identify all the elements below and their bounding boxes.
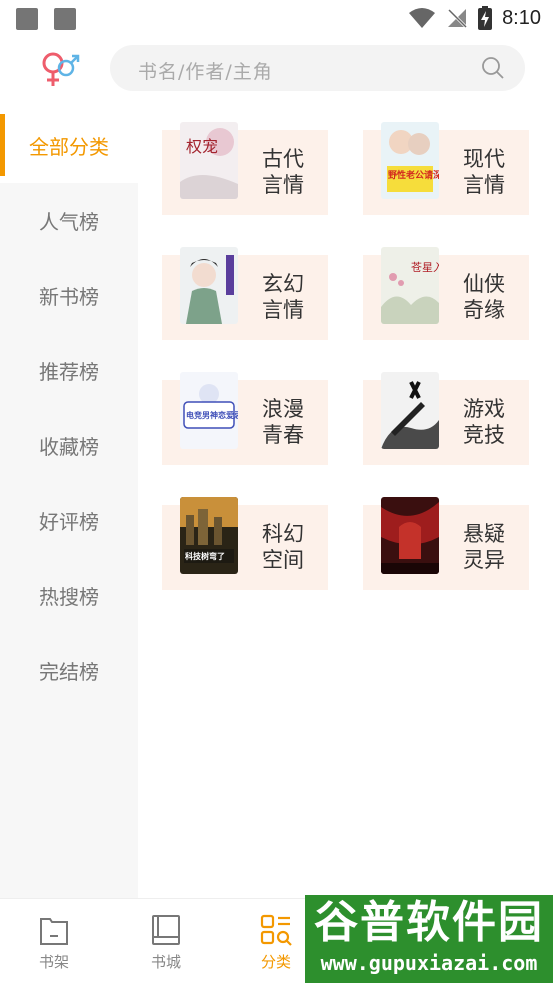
sidebar-item-completed[interactable]: 完结榜 [0,633,138,708]
category-ancient-romance[interactable]: 权宠 古代 言情 [162,122,328,215]
nav-bookshelf[interactable]: 书架 [24,911,84,973]
cover-title: 电竞男神恋爱忌 [186,410,238,420]
category-label: 古代 言情 [262,147,304,197]
book-cover: 科技树弯了 [180,497,238,574]
category-grid-icon [260,914,292,946]
sidebar-item-label: 好评榜 [39,510,99,534]
category-fantasy-romance[interactable]: 玄幻 言情 [162,247,328,340]
category-suspense[interactable]: 悬疑 灵异 [363,497,529,590]
cover-title: 野性老公请深爱! [388,169,439,181]
status-bar: 8:10 [0,0,553,36]
nav-label: 分类 [260,953,291,971]
sidebar-item-favorites[interactable]: 收藏榜 [0,408,138,483]
watermark: 谷普软件园 www.gupuxiazai.com [305,895,553,983]
sidebar-item-trending-search[interactable]: 热搜榜 [0,558,138,633]
book-cover: 野性老公请深爱! [381,122,439,199]
category-label: 悬疑 灵异 [463,522,505,572]
search-icon[interactable] [481,56,505,80]
sidebar-item-top-rated[interactable]: 好评榜 [0,483,138,558]
category-romantic-youth[interactable]: 电竞男神恋爱忌 浪漫 青春 [162,372,328,465]
sidebar: 全部分类 人气榜 新书榜 推荐榜 收藏榜 好评榜 热搜榜 完结榜 [0,108,138,898]
cover-title: 苍星入尧 [411,261,439,274]
sidebar-item-all-categories[interactable]: 全部分类 [0,108,138,183]
no-signal-icon [448,8,468,29]
header: 书名/作者/主角 [0,40,553,98]
book-cover [381,497,439,574]
category-label: 玄幻 言情 [262,272,304,322]
sidebar-item-label: 新书榜 [39,285,99,309]
category-modern-romance[interactable]: 野性老公请深爱! 现代 言情 [363,122,529,215]
cover-title: 科技树弯了 [185,551,225,561]
watermark-url: www.gupuxiazai.com [320,951,538,975]
sidebar-item-popular[interactable]: 人气榜 [0,183,138,258]
wifi-icon [409,8,436,28]
sidebar-item-label: 人气榜 [39,210,99,234]
clock: 8:10 [502,6,541,29]
category-gaming[interactable]: 游戏 竞技 [363,372,529,465]
category-label: 浪漫 青春 [262,397,304,447]
nav-categories[interactable]: 分类 [246,911,306,973]
book-cover: 电竞男神恋爱忌 [180,372,238,449]
watermark-title: 谷普软件园 [314,897,544,948]
notification-icon-2 [54,8,76,30]
book-cover: 苍星入尧 [381,247,439,324]
sidebar-item-label: 收藏榜 [39,435,99,459]
book-icon [152,915,180,945]
cover-title: 权宠 [186,137,218,156]
notification-icon [16,8,38,30]
battery-charging-icon [478,6,493,30]
category-xianxia[interactable]: 苍星入尧 仙侠 奇缘 [363,247,529,340]
search-placeholder: 书名/作者/主角 [138,61,273,83]
category-label: 仙侠 奇缘 [463,272,505,322]
nav-label: 书架 [38,953,69,971]
active-indicator [0,114,5,176]
book-cover: 权宠 [180,122,238,199]
nav-bookstore[interactable]: 书城 [136,911,196,973]
sidebar-item-label: 热搜榜 [39,585,99,609]
bookshelf-icon [40,918,68,945]
sidebar-item-label: 全部分类 [29,135,109,159]
category-label: 科幻 空间 [262,522,304,572]
category-label: 游戏 竞技 [463,397,505,447]
nav-label: 书城 [150,953,181,971]
sidebar-item-new[interactable]: 新书榜 [0,258,138,333]
category-label: 现代 言情 [463,147,505,197]
book-cover [381,372,439,449]
gender-switch-icon[interactable] [38,48,82,92]
book-cover [180,247,238,324]
search-input[interactable]: 书名/作者/主角 [110,45,525,91]
sidebar-item-label: 推荐榜 [39,360,99,384]
sidebar-item-label: 完结榜 [39,660,99,684]
sidebar-item-recommended[interactable]: 推荐榜 [0,333,138,408]
category-scifi[interactable]: 科技树弯了 科幻 空间 [162,497,328,590]
